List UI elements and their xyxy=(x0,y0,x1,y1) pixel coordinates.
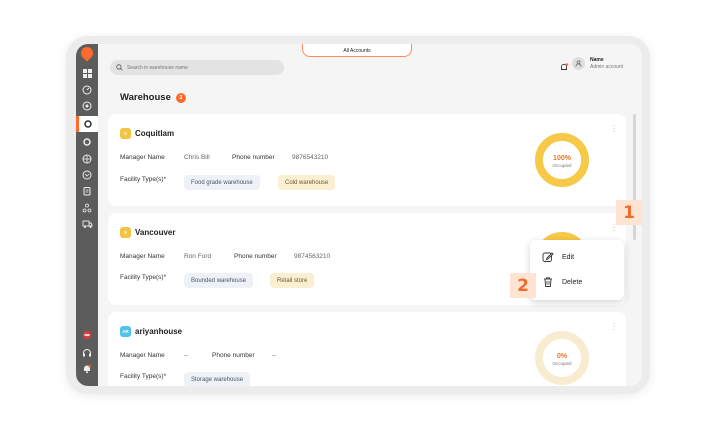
warehouse-card-ariyanhouse[interactable]: AR ariyanhouse Manager Name -- Phone num… xyxy=(108,312,626,386)
box-icon[interactable] xyxy=(80,168,94,182)
gauge-icon[interactable] xyxy=(80,83,94,97)
facility-chip: Cold warehouse xyxy=(278,175,336,190)
flag-icon[interactable] xyxy=(80,328,94,342)
warehouse-count-badge: 3 xyxy=(175,92,186,103)
facility-label: Facility Type(s)* xyxy=(120,274,167,281)
all-accounts-tab[interactable]: All Accounts xyxy=(302,44,412,57)
phone-label: Phone number xyxy=(212,352,255,359)
notification-bell-icon[interactable] xyxy=(559,59,569,70)
step-callout-1: 1 xyxy=(616,200,642,225)
edit-menu-item[interactable]: Edit xyxy=(542,251,574,263)
manager-label: Manager Name xyxy=(120,253,165,260)
warehouse-badge: V xyxy=(120,227,131,238)
warehouse-card-coquitlam[interactable]: C Coquitlam Manager Name Chris Bill Phon… xyxy=(108,114,626,206)
network-icon[interactable] xyxy=(80,201,94,215)
avatar[interactable] xyxy=(572,57,585,70)
topbar: All Accounts Name Admin account xyxy=(98,44,642,78)
occupancy-ring: 100% Occupied xyxy=(535,133,589,187)
dashboard-grid-icon[interactable] xyxy=(80,66,94,80)
target-icon[interactable] xyxy=(80,99,94,113)
facility-chip: Retail store xyxy=(270,273,315,288)
manager-value: -- xyxy=(184,352,189,359)
phone-value: 9874563210 xyxy=(294,253,331,260)
manager-label: Manager Name xyxy=(120,154,165,161)
warehouse-badge: C xyxy=(120,128,131,139)
facility-chip: Bounded warehouse xyxy=(184,273,254,288)
phone-label: Phone number xyxy=(232,154,275,161)
main-content: All Accounts Name Admin account Warehous… xyxy=(98,44,642,386)
facility-label: Facility Type(s)* xyxy=(120,373,167,380)
user-icon xyxy=(575,60,582,67)
manager-label: Manager Name xyxy=(120,352,165,359)
search-icon xyxy=(116,64,123,71)
page-title: Warehouse 3 xyxy=(120,92,186,103)
headset-icon[interactable] xyxy=(80,346,94,360)
user-name: Name xyxy=(590,57,604,63)
manager-value: Chris Bill xyxy=(184,154,210,161)
occupancy-label: Occupied xyxy=(552,163,572,168)
edit-label: Edit xyxy=(562,253,575,261)
ring-icon[interactable] xyxy=(80,135,94,149)
search-input[interactable] xyxy=(127,64,277,71)
warehouse-name: Coquitlam xyxy=(135,129,175,138)
step-callout-2: 2 xyxy=(510,273,536,298)
user-role: Admin account xyxy=(590,64,624,70)
manager-value: Ron Ford xyxy=(184,253,212,260)
delete-label: Delete xyxy=(562,278,583,286)
phone-label: Phone number xyxy=(234,253,277,260)
warehouse-name: ariyanhouse xyxy=(135,327,183,336)
bell-icon[interactable] xyxy=(80,362,94,376)
edit-icon xyxy=(542,252,554,262)
sidebar xyxy=(76,44,98,386)
occupancy-percent: 0% xyxy=(557,353,568,360)
facility-chip: Storage warehouse xyxy=(184,372,251,386)
occupancy-ring: 0% Occupied xyxy=(535,331,589,385)
more-options-icon[interactable]: · · · xyxy=(612,122,616,136)
page-title-text: Warehouse xyxy=(120,92,171,103)
occupancy-percent: 100% xyxy=(553,155,572,162)
warehouse-badge: AR xyxy=(120,326,131,337)
warehouse-name: Vancouver xyxy=(135,228,176,237)
sidebar-item-warehouse[interactable] xyxy=(76,116,98,132)
occupancy-label: Occupied xyxy=(552,361,572,366)
globe-icon[interactable] xyxy=(80,152,94,166)
more-options-icon[interactable]: · · · xyxy=(612,320,616,334)
trash-icon xyxy=(544,277,552,287)
truck-icon[interactable] xyxy=(80,217,94,231)
search-bar[interactable] xyxy=(110,60,284,75)
context-menu: Edit Delete xyxy=(530,240,624,300)
logo-icon xyxy=(78,44,96,62)
delete-menu-item[interactable]: Delete xyxy=(542,276,582,288)
facility-chip: Food grade warehouse xyxy=(184,175,260,190)
phone-value: 9876543210 xyxy=(292,154,329,161)
facility-label: Facility Type(s)* xyxy=(120,176,167,183)
app-screen: All Accounts Name Admin account Warehous… xyxy=(76,44,642,386)
phone-value: -- xyxy=(272,352,277,359)
clipboard-icon[interactable] xyxy=(80,184,94,198)
